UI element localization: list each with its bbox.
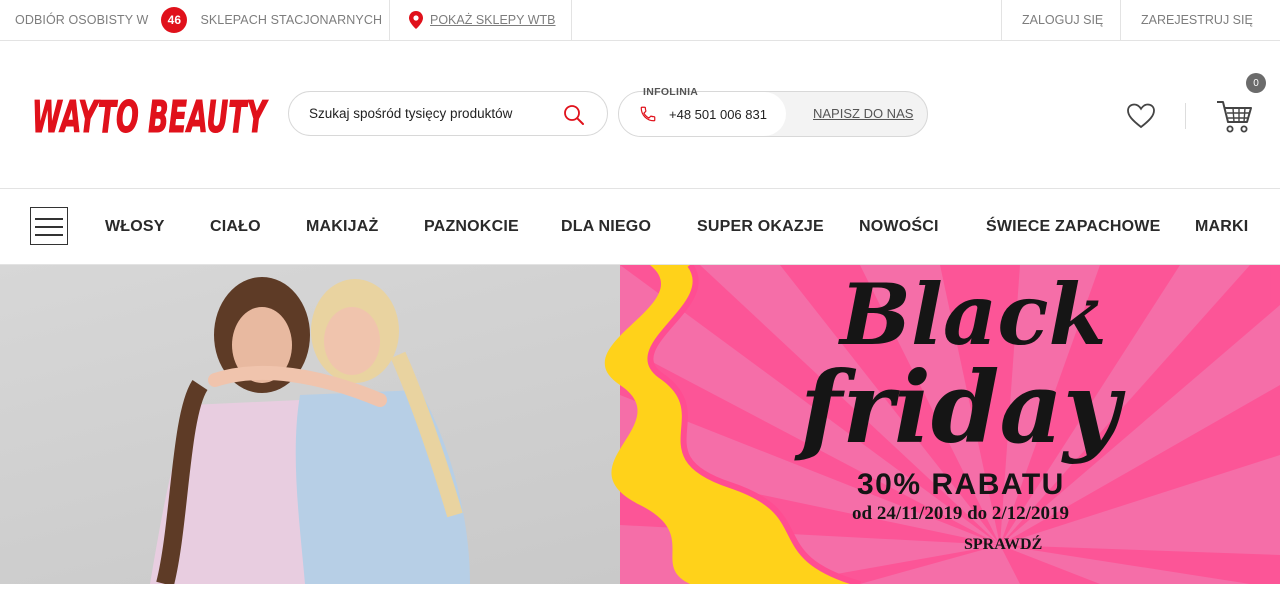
divider bbox=[389, 0, 390, 40]
nav-item-wlosy[interactable]: WŁOSY bbox=[105, 189, 165, 265]
store-count-badge: 46 bbox=[161, 7, 188, 33]
divider bbox=[1120, 0, 1121, 40]
hotline-label: INFOLINIA bbox=[643, 86, 699, 98]
top-bar: ODBIÓR OSOBISTY W 46 SKLEPACH STACJONARN… bbox=[0, 0, 1280, 41]
pickup-info: ODBIÓR OSOBISTY W 46 SKLEPACH STACJONARN… bbox=[15, 0, 382, 40]
phone-number: +48 501 006 831 bbox=[669, 106, 767, 122]
discount-text: 30% RABATU bbox=[857, 468, 1065, 501]
nav-item-marki[interactable]: MARKI bbox=[1195, 189, 1248, 265]
phone-link[interactable]: +48 501 006 831 bbox=[619, 92, 786, 136]
headline-black: Black bbox=[840, 265, 1107, 364]
cta-sprawdz[interactable]: SPRAWDŹ bbox=[964, 536, 1042, 554]
main-nav: WŁOSY CIAŁO MAKIJAŻ PAZNOKCIE DLA NIEGO … bbox=[0, 188, 1280, 265]
cart-count-badge: 0 bbox=[1246, 73, 1266, 93]
show-stores-label: POKAŻ SKLEPY WTB bbox=[430, 13, 556, 27]
promo-dates: od 24/11/2019 do 2/12/2019 bbox=[852, 503, 1069, 524]
divider bbox=[1185, 103, 1186, 129]
divider bbox=[1001, 0, 1002, 40]
headline-friday: friday bbox=[800, 351, 1120, 466]
search-input[interactable] bbox=[309, 106, 559, 121]
nav-item-nowosci[interactable]: NOWOŚCI bbox=[859, 189, 939, 265]
nav-item-dla-niego[interactable]: DLA NIEGO bbox=[561, 189, 651, 265]
heart-icon[interactable] bbox=[1126, 102, 1156, 130]
register-link[interactable]: ZAREJESTRUJ SIĘ bbox=[1141, 0, 1253, 40]
login-link[interactable]: ZALOGUJ SIĘ bbox=[1022, 0, 1103, 40]
cart-icon[interactable] bbox=[1215, 98, 1253, 134]
show-stores-link[interactable]: POKAŻ SKLEPY WTB bbox=[409, 0, 556, 40]
phone-icon bbox=[639, 105, 657, 123]
nav-item-super-okazje[interactable]: SUPER OKAZJE bbox=[697, 189, 824, 265]
divider bbox=[571, 0, 572, 40]
search-icon[interactable] bbox=[563, 104, 585, 126]
logo[interactable]: WAYTO BEAUTY bbox=[30, 86, 270, 143]
nav-item-paznokcie[interactable]: PAZNOKCIE bbox=[424, 189, 519, 265]
pickup-suffix: SKLEPACH STACJONARNYCH bbox=[200, 13, 383, 27]
logo-text: WAYTO BEAUTY bbox=[32, 92, 269, 142]
nav-item-swiece-zapachowe[interactable]: ŚWIECE ZAPACHOWE bbox=[986, 189, 1160, 265]
hero-banner[interactable]: Black friday 30% RABATU od 24/11/2019 do… bbox=[0, 265, 1280, 584]
nav-item-makijaz[interactable]: MAKIJAŻ bbox=[306, 189, 379, 265]
write-us-link[interactable]: NAPISZ DO NAS bbox=[813, 106, 913, 121]
location-pin-icon bbox=[409, 11, 423, 29]
search-box[interactable] bbox=[288, 91, 608, 136]
hamburger-menu-icon[interactable] bbox=[30, 207, 68, 245]
nav-item-cialo[interactable]: CIAŁO bbox=[210, 189, 261, 265]
pickup-prefix: ODBIÓR OSOBISTY W bbox=[15, 13, 149, 27]
